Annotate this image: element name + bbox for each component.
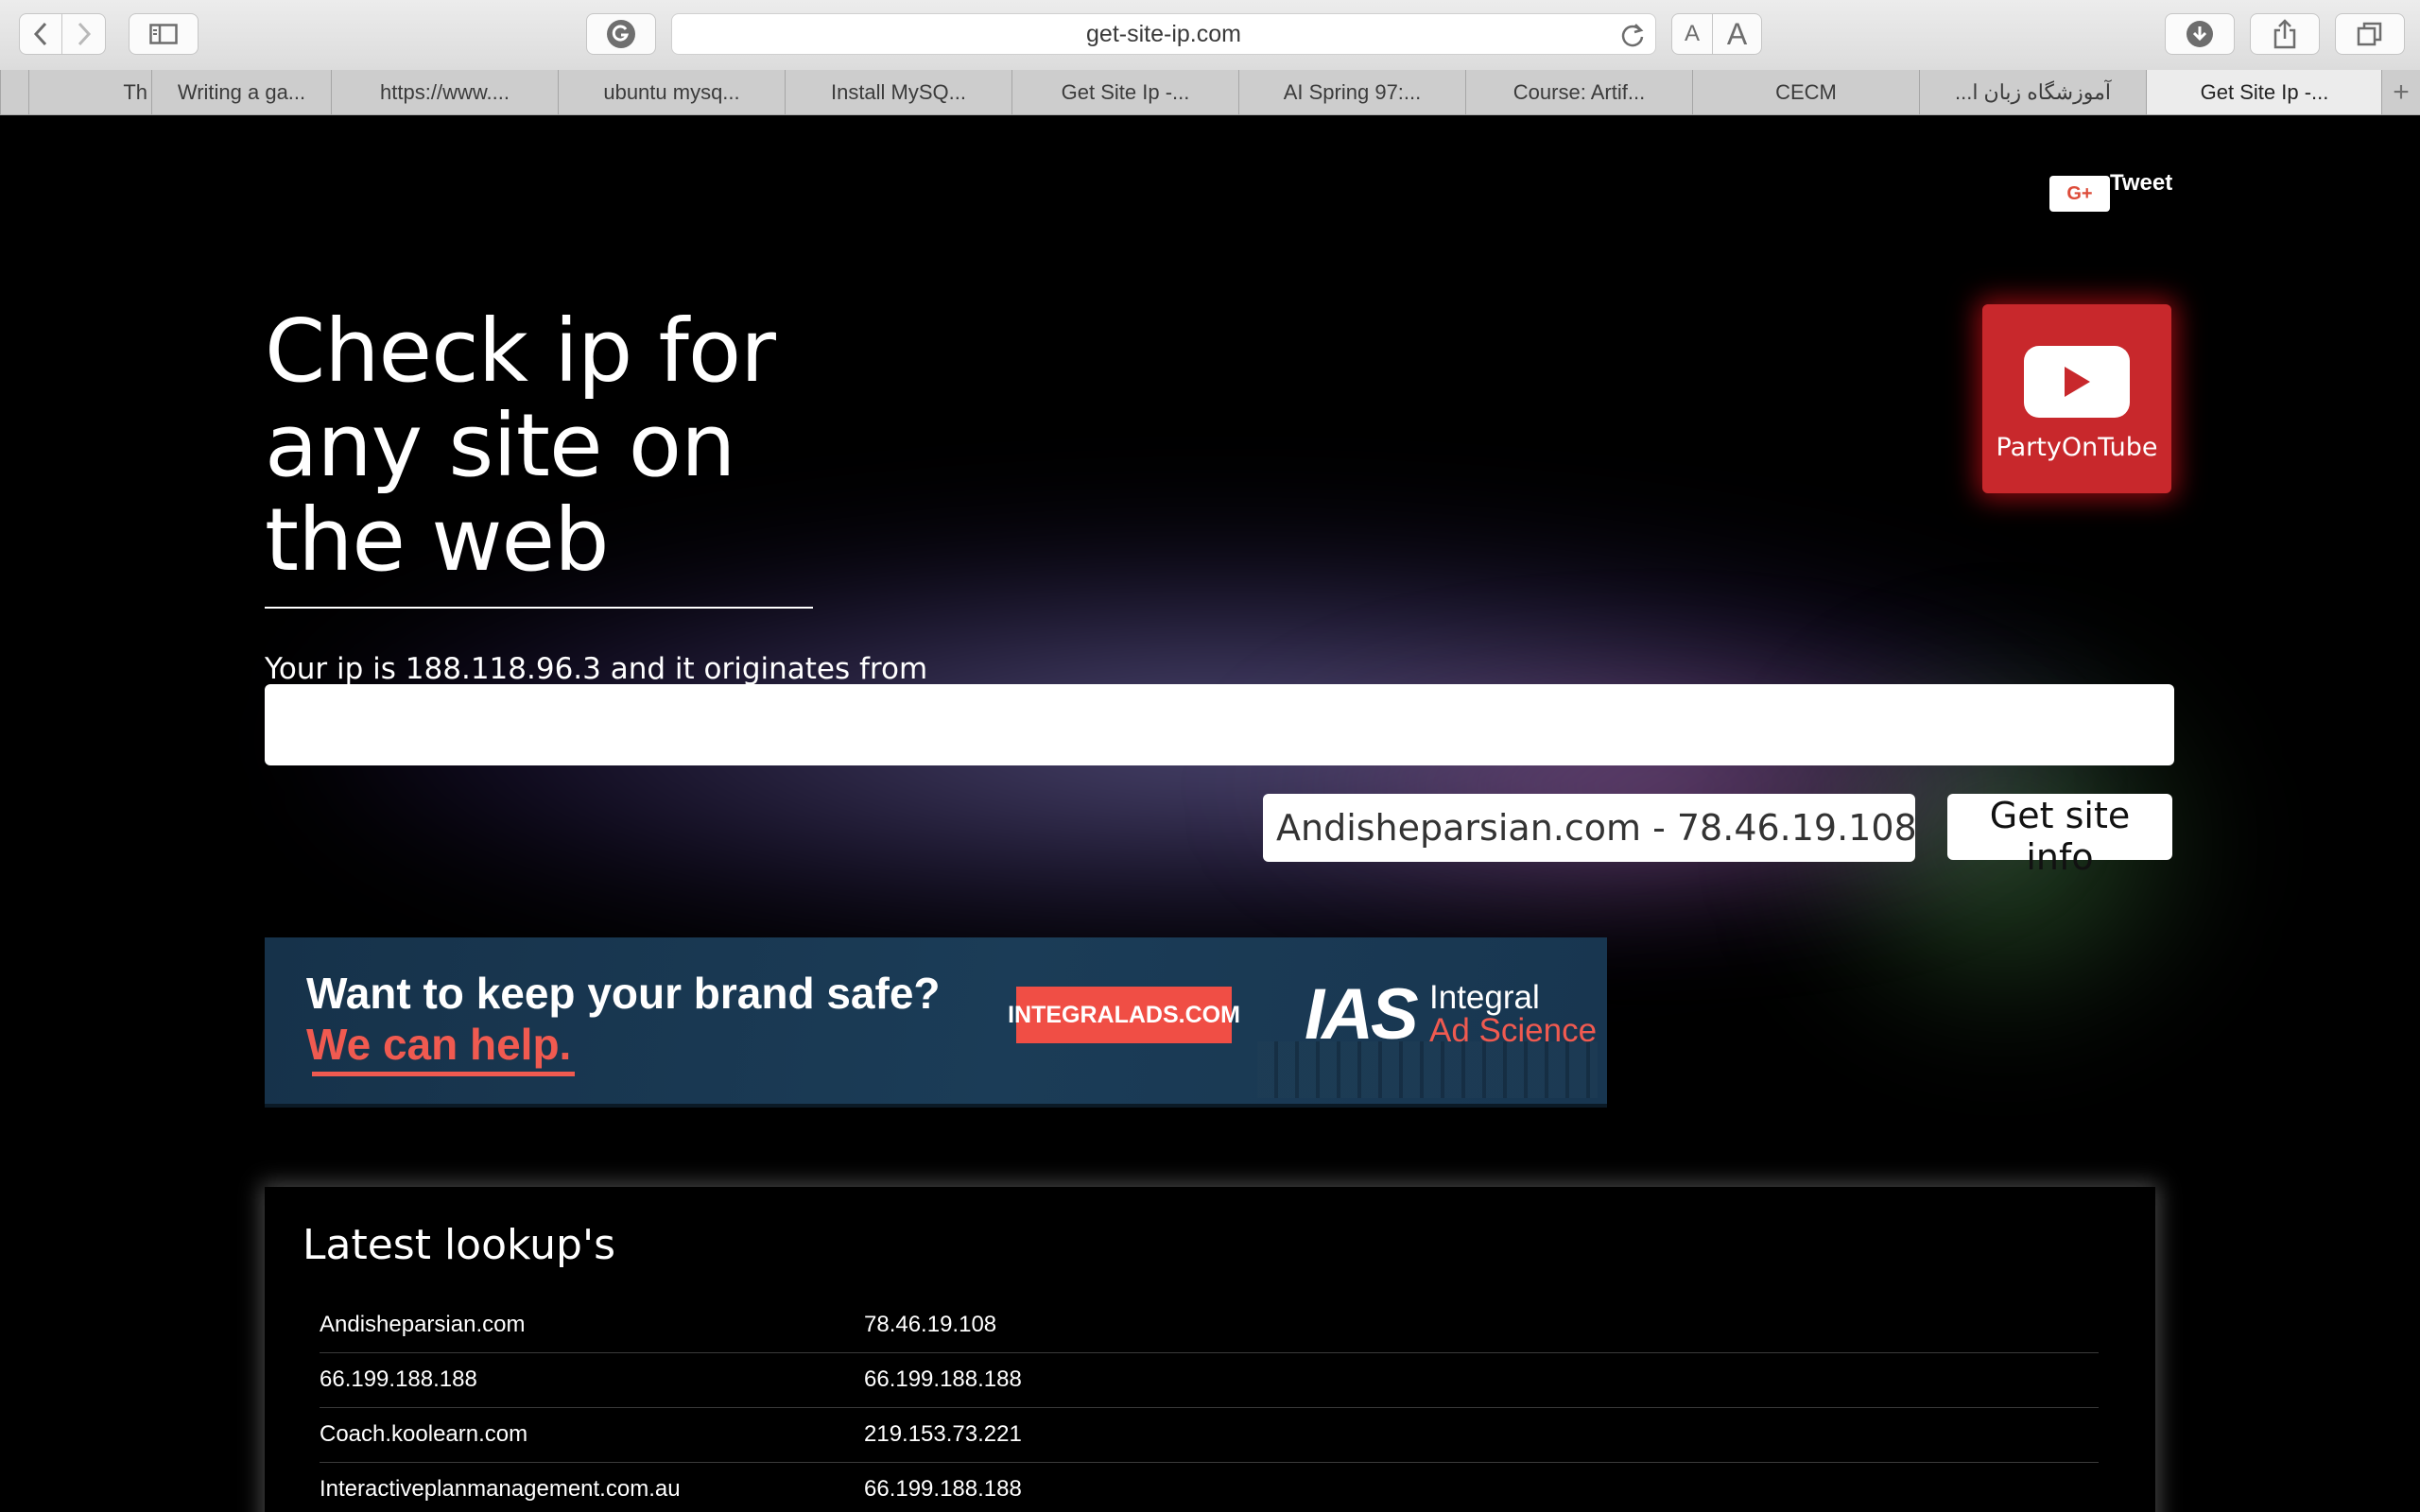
partyontube-badge[interactable]: PartyOnTube: [1982, 304, 2171, 493]
tab-bar: Th Writing a ga... https://www.... ubunt…: [0, 70, 2420, 115]
table-row[interactable]: Coach.koolearn.com 219.153.73.221: [320, 1408, 2099, 1463]
tab-label: Th: [123, 79, 147, 104]
new-tab-button[interactable]: +: [2381, 70, 2420, 114]
tab-label: https://www....: [380, 79, 510, 104]
tab-label: AI Spring 97:...: [1283, 79, 1422, 104]
ad-headline: Want to keep your brand safe?: [306, 969, 941, 1018]
partyontube-label: PartyOnTube: [1996, 433, 2158, 462]
tab-item[interactable]: ubuntu mysq...: [558, 70, 785, 114]
grammarly-icon: [607, 20, 635, 48]
tab-label: آموزشگاه زبان ا...: [1955, 79, 2111, 104]
web-page: G+ Tweet PartyOnTube Check ip for any si…: [0, 115, 2420, 1512]
address-bar[interactable]: get-site-ip.com: [671, 13, 1656, 55]
reload-icon[interactable]: [1619, 22, 1646, 55]
tab-item[interactable]: AI Spring 97:...: [1238, 70, 1465, 114]
get-site-info-button[interactable]: Get site info: [1947, 794, 2172, 878]
tab-pinned[interactable]: [0, 70, 28, 114]
google-plus-button[interactable]: G+: [2049, 176, 2110, 212]
lookups-table: Andisheparsian.com 78.46.19.108 66.199.1…: [320, 1298, 2099, 1512]
chevron-right-icon: [78, 22, 91, 46]
sidebar-button[interactable]: [129, 13, 199, 55]
site-search-input[interactable]: [265, 684, 2174, 765]
table-row[interactable]: Interactiveplanmanagement.com.au 66.199.…: [320, 1463, 2099, 1512]
tab-label: Install MySQ...: [830, 79, 967, 104]
tab-item[interactable]: CECM: [1692, 70, 1919, 114]
tab-label: CECM: [1775, 79, 1837, 104]
tab-label: Writing a ga...: [177, 79, 306, 104]
share-button[interactable]: [2250, 13, 2320, 55]
forward-button[interactable]: [62, 13, 106, 55]
title-divider: [265, 607, 813, 609]
tab-label: Get Site Ip -...: [1061, 79, 1190, 104]
lookup-site: Coach.koolearn.com: [320, 1421, 528, 1447]
social-buttons: G+ Tweet: [2049, 170, 2172, 212]
tab-item[interactable]: Th: [28, 70, 151, 114]
chevron-left-icon: [33, 22, 47, 46]
youtube-play-icon: [2024, 346, 2130, 418]
download-icon: [2187, 21, 2213, 47]
lookup-ip: 78.46.19.108: [864, 1312, 997, 1337]
browser-toolbar: get-site-ip.com A A: [0, 0, 2420, 71]
tab-item-active[interactable]: Get Site Ip -...: [2146, 70, 2382, 114]
visitor-ip-text: Your ip is 188.118.96.3 and it originate…: [265, 652, 928, 686]
ias-brand-name: Integral Ad Science: [1429, 981, 1597, 1047]
share-icon: [2273, 19, 2296, 49]
text-larger-label: A: [1726, 16, 1748, 51]
tab-item[interactable]: Install MySQ...: [785, 70, 1011, 114]
text-smaller-button[interactable]: A: [1671, 13, 1713, 55]
tabs-icon: [2357, 22, 2382, 46]
tab-label: Course: Artif...: [1512, 79, 1646, 104]
ad-subheadline: We can help.: [306, 1020, 572, 1069]
lookup-result: Andisheparsian.com - 78.46.19.108 -: [1263, 794, 1915, 862]
text-smaller-label: A: [1684, 21, 1700, 46]
ad-underline: [312, 1072, 575, 1076]
tab-label: Get Site Ip -...: [2200, 79, 2329, 104]
tab-item[interactable]: Writing a ga...: [151, 70, 331, 114]
tab-item[interactable]: Get Site Ip -...: [1011, 70, 1238, 114]
text-larger-button[interactable]: A: [1713, 13, 1762, 55]
tab-item[interactable]: Course: Artif...: [1465, 70, 1692, 114]
advertisement-banner[interactable]: Want to keep your brand safe? We can hel…: [265, 937, 1607, 1108]
downloads-button[interactable]: [2165, 13, 2235, 55]
lookup-site: Andisheparsian.com: [320, 1312, 526, 1337]
tab-overview-button[interactable]: [2335, 13, 2405, 55]
ad-cta-button[interactable]: INTEGRALADS.COM: [1008, 987, 1240, 1043]
lookup-site: 66.199.188.188: [320, 1366, 477, 1392]
lookup-site: Interactiveplanmanagement.com.au: [320, 1476, 681, 1502]
tab-label: ubuntu mysq...: [603, 79, 740, 104]
lookup-ip: 219.153.73.221: [864, 1421, 1022, 1447]
grammarly-extension-button[interactable]: [586, 13, 656, 55]
google-plus-icon: G+: [2066, 182, 2093, 204]
lookup-ip: 66.199.188.188: [864, 1476, 1022, 1502]
address-bar-url: get-site-ip.com: [1086, 20, 1241, 47]
back-button[interactable]: [19, 13, 62, 55]
latest-lookups-panel: Latest lookup's Andisheparsian.com 78.46…: [265, 1187, 2155, 1512]
lookup-ip: 66.199.188.188: [864, 1366, 1022, 1392]
table-row[interactable]: 66.199.188.188 66.199.188.188: [320, 1353, 2099, 1408]
ias-brand-line-1: Integral: [1429, 979, 1540, 1016]
ias-logo: IAS: [1305, 974, 1419, 1055]
sidebar-icon: [149, 24, 178, 44]
ias-brand-line-2: Ad Science: [1429, 1012, 1598, 1049]
table-row[interactable]: Andisheparsian.com 78.46.19.108: [320, 1298, 2099, 1353]
tab-item[interactable]: https://www....: [331, 70, 558, 114]
page-title: Check ip for any site on the web: [265, 301, 776, 591]
tweet-link[interactable]: Tweet: [2110, 170, 2172, 197]
tab-item[interactable]: آموزشگاه زبان ا...: [1919, 70, 2146, 114]
plus-icon: +: [2393, 76, 2410, 108]
latest-lookups-title: Latest lookup's: [302, 1221, 615, 1269]
